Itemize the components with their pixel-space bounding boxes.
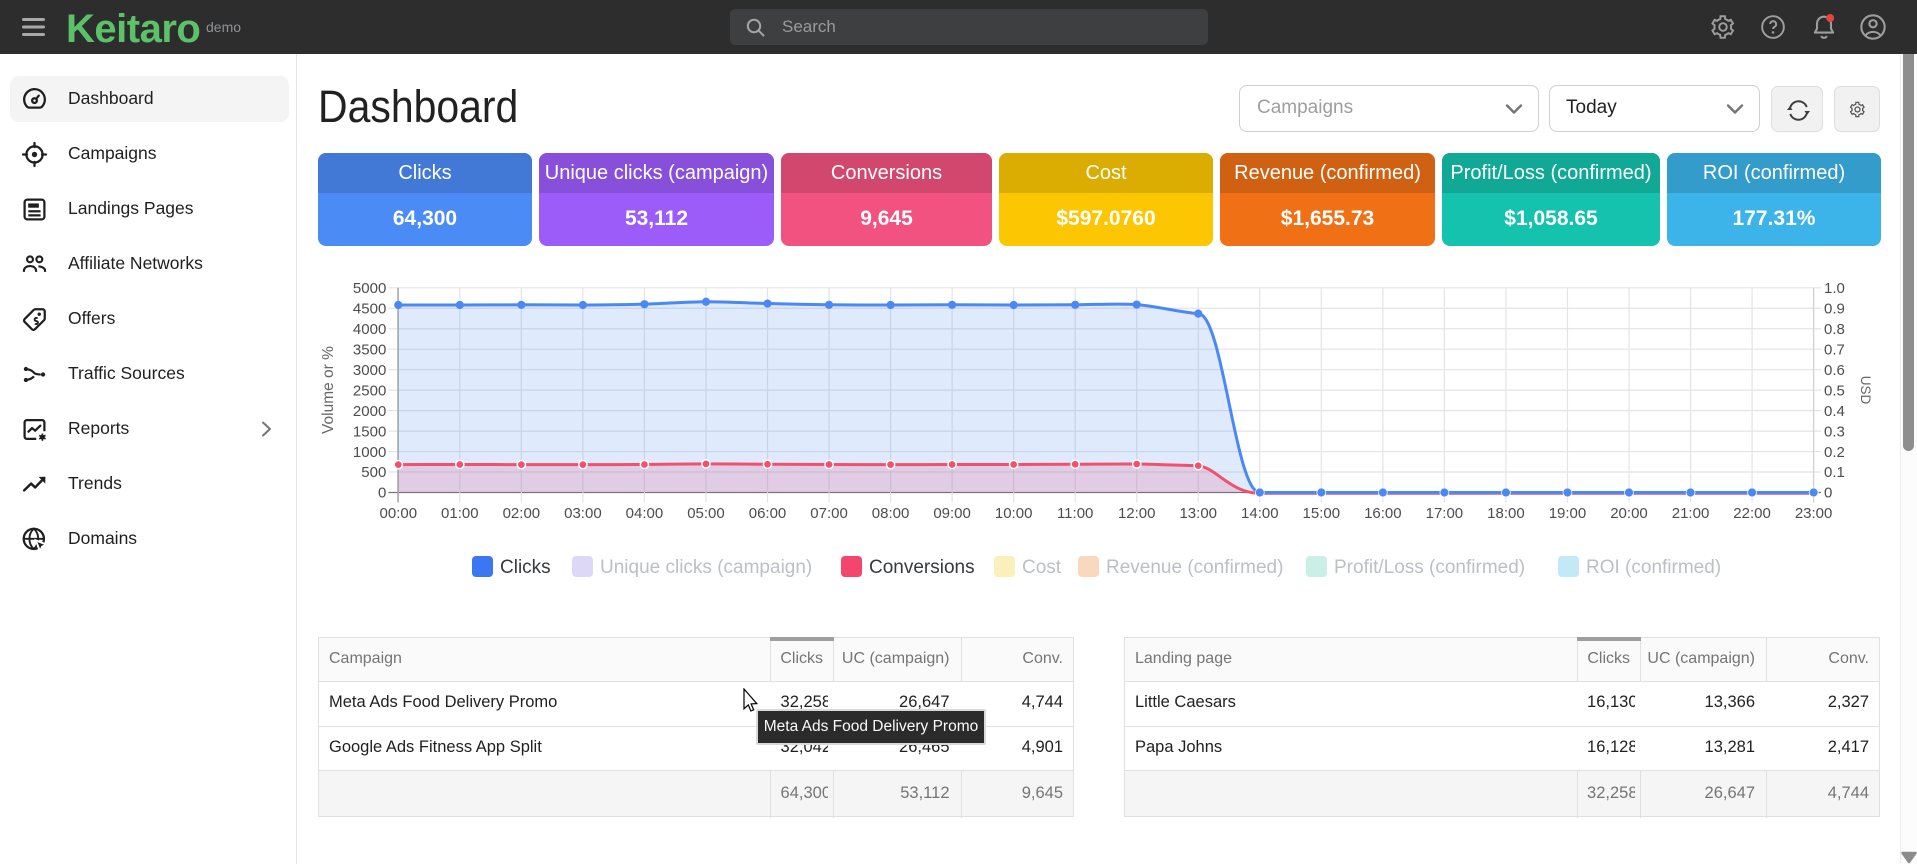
svg-text:0.9: 0.9	[1824, 300, 1845, 317]
svg-text:10:00: 10:00	[995, 505, 1033, 522]
svg-text:01:00: 01:00	[441, 505, 479, 522]
svg-text:3500: 3500	[353, 341, 386, 358]
svg-text:0.3: 0.3	[1824, 423, 1845, 440]
svg-text:14:00: 14:00	[1241, 505, 1279, 522]
svg-text:0.5: 0.5	[1824, 382, 1845, 399]
svg-text:0.7: 0.7	[1824, 341, 1845, 358]
svg-text:0.1: 0.1	[1824, 464, 1845, 481]
svg-text:1.0: 1.0	[1824, 280, 1845, 297]
svg-text:500: 500	[361, 464, 386, 481]
svg-text:19:00: 19:00	[1549, 505, 1587, 522]
svg-text:2000: 2000	[353, 403, 386, 420]
svg-text:3000: 3000	[353, 362, 386, 379]
svg-text:08:00: 08:00	[872, 505, 910, 522]
svg-text:12:00: 12:00	[1118, 505, 1156, 522]
svg-text:06:00: 06:00	[749, 505, 787, 522]
svg-text:4500: 4500	[353, 300, 386, 317]
svg-text:0.2: 0.2	[1824, 444, 1845, 461]
svg-text:02:00: 02:00	[503, 505, 541, 522]
svg-text:09:00: 09:00	[933, 505, 971, 522]
svg-text:0.4: 0.4	[1824, 403, 1845, 420]
svg-text:05:00: 05:00	[687, 505, 725, 522]
svg-text:22:00: 22:00	[1733, 505, 1771, 522]
svg-text:21:00: 21:00	[1672, 505, 1710, 522]
svg-text:0.6: 0.6	[1824, 362, 1845, 379]
svg-text:18:00: 18:00	[1487, 505, 1525, 522]
svg-text:USD: USD	[1858, 376, 1873, 405]
svg-text:15:00: 15:00	[1303, 505, 1341, 522]
svg-text:11:00: 11:00	[1057, 505, 1093, 522]
svg-text:0: 0	[1824, 485, 1832, 502]
svg-text:23:00: 23:00	[1795, 505, 1833, 522]
svg-text:17:00: 17:00	[1426, 505, 1464, 522]
svg-text:04:00: 04:00	[626, 505, 664, 522]
svg-text:4000: 4000	[353, 321, 386, 338]
svg-text:0.8: 0.8	[1824, 321, 1845, 338]
svg-text:16:00: 16:00	[1364, 505, 1402, 522]
svg-text:20:00: 20:00	[1610, 505, 1648, 522]
svg-text:2500: 2500	[353, 382, 386, 399]
svg-text:0: 0	[378, 485, 386, 502]
svg-text:07:00: 07:00	[810, 505, 848, 522]
svg-text:Volume or %: Volume or %	[320, 346, 337, 434]
svg-text:1500: 1500	[353, 423, 386, 440]
svg-text:00:00: 00:00	[380, 505, 418, 522]
svg-text:03:00: 03:00	[564, 505, 602, 522]
svg-text:5000: 5000	[353, 280, 386, 297]
svg-text:1000: 1000	[353, 444, 386, 461]
svg-text:13:00: 13:00	[1179, 505, 1217, 522]
